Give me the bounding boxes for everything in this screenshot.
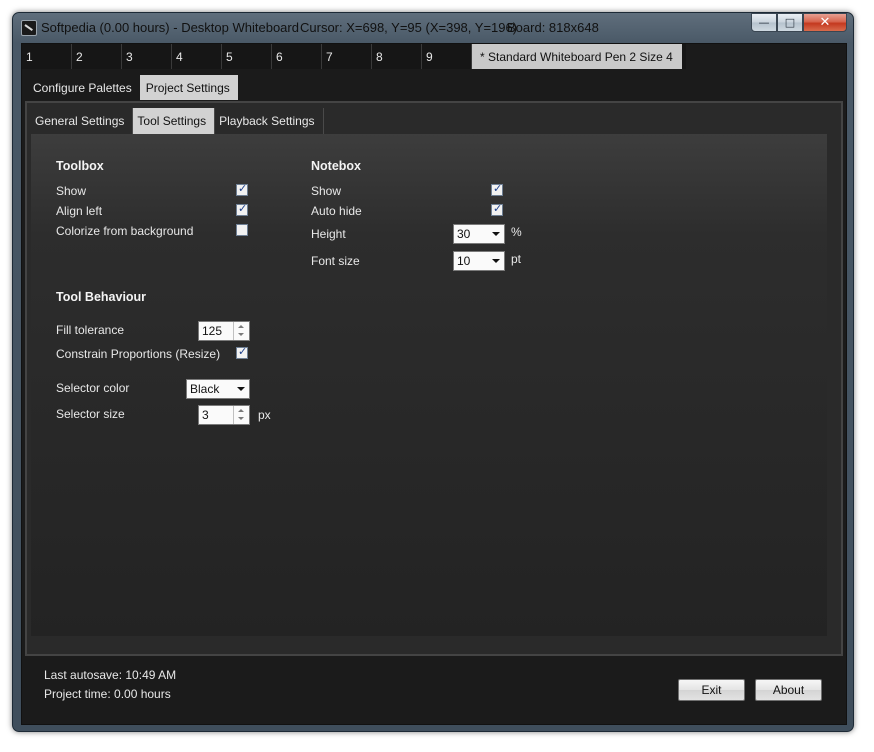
tab-playback-settings[interactable]: Playback Settings <box>215 108 324 134</box>
notebox-height-unit: % <box>511 225 522 239</box>
notebox-font-size-unit: pt <box>511 252 522 266</box>
notebox-height-select[interactable]: 30 <box>453 224 505 244</box>
about-button[interactable]: About <box>755 679 822 701</box>
selector-color-select[interactable]: Black <box>186 379 250 399</box>
minimize-button[interactable]: — <box>751 13 777 32</box>
board-tab-8[interactable]: 8 <box>372 44 422 69</box>
project-time-status: Project time: 0.00 hours <box>44 687 171 701</box>
toolbox-heading: Toolbox <box>56 159 104 173</box>
selector-size-value: 3 <box>202 408 209 422</box>
notebox-height-label: Height <box>311 227 346 241</box>
board-tab-2[interactable]: 2 <box>72 44 122 69</box>
selector-size-stepper[interactable]: 3 <box>198 405 250 425</box>
window-controls: — □ ✕ <box>751 13 847 32</box>
fill-tolerance-value: 125 <box>202 324 223 338</box>
notebox-heading: Notebox <box>311 159 361 173</box>
spin-up-icon[interactable] <box>234 322 249 331</box>
close-button[interactable]: ✕ <box>803 13 847 32</box>
board-tab-9[interactable]: 9 <box>422 44 472 69</box>
toolbox-colorize-checkbox[interactable] <box>236 224 248 236</box>
selector-color-value: Black <box>190 382 220 396</box>
notebox-font-size-value: 10 <box>457 254 471 268</box>
spin-down-icon[interactable] <box>234 331 249 340</box>
selector-size-unit: px <box>258 408 271 422</box>
tab-configure-palettes[interactable]: Configure Palettes <box>27 75 140 100</box>
tab-project-settings[interactable]: Project Settings <box>139 75 238 100</box>
minimize-icon: — <box>758 16 770 29</box>
toolbox-show-label: Show <box>56 184 87 198</box>
tab-general-settings[interactable]: General Settings <box>31 108 134 134</box>
notebox-auto-hide-checkbox[interactable] <box>491 202 503 216</box>
spin-up-icon[interactable] <box>234 406 249 415</box>
board-tab-1[interactable]: 1 <box>22 44 72 69</box>
tab-tool-settings[interactable]: Tool Settings <box>133 108 216 134</box>
board-size-readout: Board: 818x648 <box>507 20 599 35</box>
exit-button[interactable]: Exit <box>678 679 745 701</box>
current-board-tab[interactable]: * Standard Whiteboard Pen 2 Size 4 <box>472 44 682 69</box>
close-icon: ✕ <box>819 15 831 30</box>
app-icon <box>21 20 37 36</box>
notebox-font-size-label: Font size <box>311 254 360 268</box>
board-tab-7[interactable]: 7 <box>322 44 372 69</box>
maximize-button[interactable]: □ <box>777 13 803 32</box>
constrain-proportions-label: Constrain Proportions (Resize) <box>56 347 221 361</box>
tool-behaviour-heading: Tool Behaviour <box>56 290 147 304</box>
toolbox-align-left-checkbox[interactable] <box>236 202 248 216</box>
title-bar[interactable]: Softpedia (0.00 hours) - Desktop Whitebo… <box>13 13 853 43</box>
toolbox-show-checkbox[interactable] <box>236 182 248 196</box>
chevron-down-icon <box>237 387 245 391</box>
notebox-font-size-select[interactable]: 10 <box>453 251 505 271</box>
window-title: Softpedia (0.00 hours) - Desktop Whitebo… <box>41 20 299 35</box>
app-window: Softpedia (0.00 hours) - Desktop Whitebo… <box>12 12 854 732</box>
fill-tolerance-label: Fill tolerance <box>56 323 125 337</box>
notebox-show-label: Show <box>311 184 342 198</box>
main-tabs: Configure Palettes Project Settings <box>27 75 238 100</box>
settings-sub-tabs: General Settings Tool Settings Playback … <box>31 108 324 134</box>
constrain-proportions-checkbox[interactable] <box>236 345 248 359</box>
cursor-readout: Cursor: X=698, Y=95 (X=398, Y=196) <box>300 20 518 35</box>
selector-size-label: Selector size <box>56 407 125 421</box>
maximize-icon: □ <box>784 16 796 29</box>
selector-size-spin-buttons <box>233 406 249 424</box>
spin-down-icon[interactable] <box>234 415 249 424</box>
board-tabs: 1 2 3 4 5 6 7 8 9 * Standard Whiteboard … <box>22 44 686 69</box>
notebox-auto-hide-label: Auto hide <box>311 204 362 218</box>
board-tab-3[interactable]: 3 <box>122 44 172 69</box>
last-autosave-status: Last autosave: 10:49 AM <box>44 668 177 682</box>
board-tab-5[interactable]: 5 <box>222 44 272 69</box>
toolbox-align-left-label: Align left <box>56 204 103 218</box>
selector-color-label: Selector color <box>56 381 130 395</box>
project-settings-panel: General Settings Tool Settings Playback … <box>25 101 843 656</box>
board-tab-4[interactable]: 4 <box>172 44 222 69</box>
notebox-height-value: 30 <box>457 227 471 241</box>
client-area: 1 2 3 4 5 6 7 8 9 * Standard Whiteboard … <box>21 43 847 725</box>
board-tab-6[interactable]: 6 <box>272 44 322 69</box>
fill-tolerance-stepper[interactable]: 125 <box>198 321 250 341</box>
notebox-show-checkbox[interactable] <box>491 182 503 196</box>
fill-tolerance-spin-buttons <box>233 322 249 340</box>
chevron-down-icon <box>492 259 500 263</box>
toolbox-colorize-label: Colorize from background <box>56 224 194 238</box>
tool-settings-panel: Toolbox Show Align left Colorize from ba… <box>31 134 827 636</box>
chevron-down-icon <box>492 232 500 236</box>
